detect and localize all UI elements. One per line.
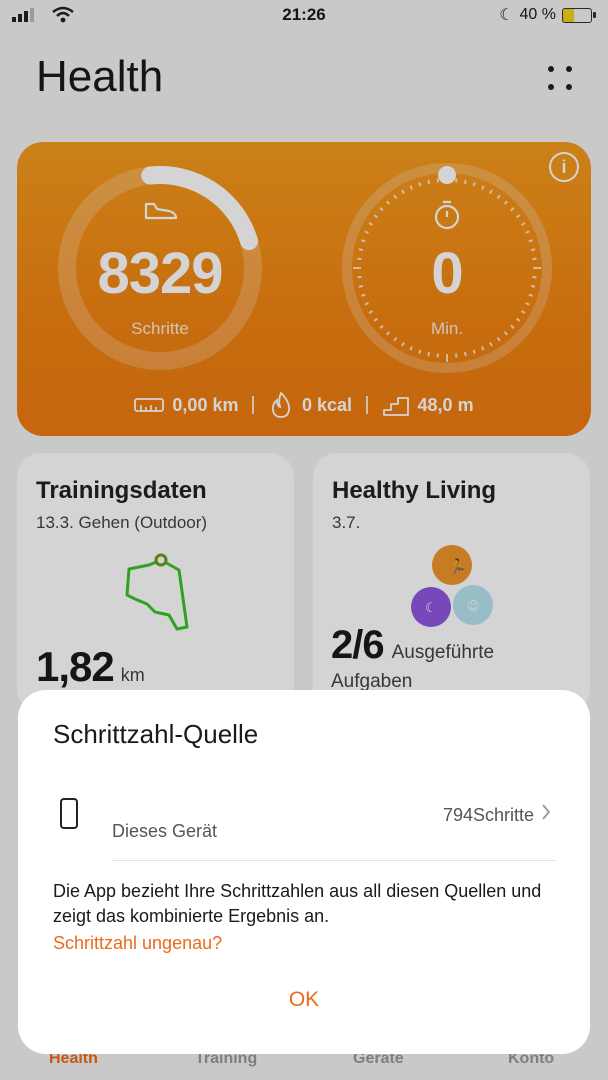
device-steps-value: 794Schritte xyxy=(442,805,534,825)
phone-icon xyxy=(60,798,78,829)
step-count-inaccurate-link[interactable]: Schrittzahl ungenau? xyxy=(53,933,222,954)
chevron-right-icon xyxy=(542,804,551,820)
dialog-title: Schrittzahl-Quelle xyxy=(53,719,259,749)
device-source-row[interactable]: Dieses Gerät 794Schritte xyxy=(18,786,590,860)
dialog-description: Die App bezieht Ihre Schrittzahlen aus a… xyxy=(53,881,542,926)
ok-button[interactable]: OK xyxy=(18,988,590,1012)
row-divider xyxy=(112,860,556,861)
step-source-dialog: Schrittzahl-Quelle Dieses Gerät 794Schri… xyxy=(18,690,590,1054)
device-label: Dieses Gerät xyxy=(112,821,218,841)
